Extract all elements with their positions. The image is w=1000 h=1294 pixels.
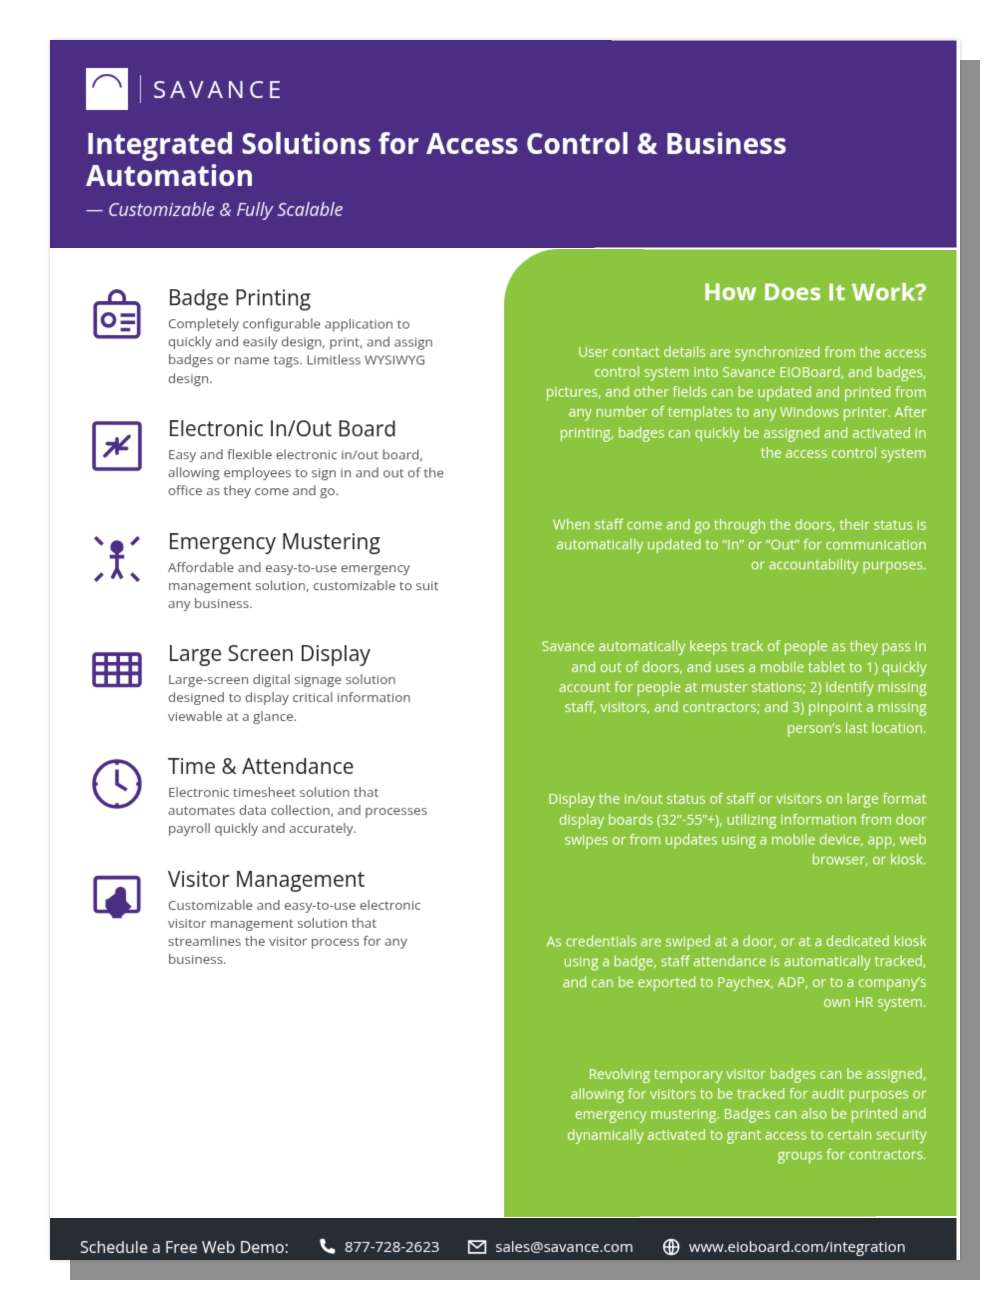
feature-item: Badge Printing Completely configurable a… (86, 284, 484, 387)
how-block: User contact details are synchronized fr… (534, 332, 927, 475)
feature-desc: Customizable and easy-to-use electronic … (168, 896, 447, 969)
feature-item: Time & Attendance Electronic timesheet s… (86, 753, 484, 838)
how-text: When staff come and go through the doors… (539, 516, 927, 577)
how-block: Revolving temporary visitor badges can b… (534, 1044, 927, 1187)
footer-email-text: sales@savance.com (495, 1237, 633, 1257)
footer-phone-text: 877-728-2623 (345, 1237, 440, 1257)
clock-icon (86, 753, 148, 815)
feature-text: Emergency Mustering Affordable and easy-… (168, 528, 447, 613)
feature-title: Emergency Mustering (168, 528, 447, 556)
how-text: Savance automatically keeps track of peo… (539, 638, 927, 739)
footer-cta: Schedule a Free Web Demo: (80, 1236, 289, 1258)
muster-icon (86, 528, 148, 590)
how-it-works-panel: How Does It Work? User contact details a… (504, 249, 956, 1217)
how-text: Display the in/out status of staff or vi… (539, 790, 927, 871)
page-subtitle: Customizable & Fully Scalable (86, 198, 921, 222)
how-block: As credentials are swiped at a door, or … (534, 902, 927, 1045)
brand-name: SAVANCE (153, 73, 285, 106)
footer-web: www.eioboard.com/integration (661, 1237, 906, 1257)
footer-phone: 877-728-2623 (317, 1237, 440, 1257)
feature-desc: Electronic timesheet solution that autom… (168, 783, 447, 838)
features-column: Badge Printing Completely configurable a… (50, 248, 504, 1218)
how-block: Display the in/out status of staff or vi… (534, 760, 927, 903)
mail-icon (468, 1237, 488, 1257)
footer-web-text: www.eioboard.com/integration (689, 1237, 906, 1257)
grid-screen-icon (86, 641, 148, 703)
feature-title: Time & Attendance (168, 753, 447, 781)
feature-desc: Affordable and easy-to-use emergency man… (168, 558, 447, 613)
how-text: As credentials are swiped at a door, or … (539, 933, 927, 1014)
feature-title: Badge Printing (168, 285, 447, 313)
feature-title: Visitor Management (168, 866, 447, 894)
brand-logo: SAVANCE (86, 68, 921, 110)
feature-desc: Large-screen digital signage solution de… (168, 671, 447, 726)
touch-screen-icon (86, 866, 148, 928)
footer-email: sales@savance.com (468, 1237, 634, 1257)
feature-item: Visitor Management Customizable and easy… (86, 866, 484, 969)
brand-logo-divider (140, 75, 141, 103)
globe-icon (661, 1237, 681, 1257)
how-block: When staff come and go through the doors… (534, 475, 927, 618)
feature-item: Electronic In/Out Board Easy and flexibl… (86, 415, 484, 500)
how-text: User contact details are synchronized fr… (539, 343, 927, 465)
feature-item: Emergency Mustering Affordable and easy-… (86, 528, 484, 613)
badge-icon (86, 284, 148, 346)
footer: Schedule a Free Web Demo: 877-728-2623 s… (50, 1218, 956, 1260)
feature-text: Electronic In/Out Board Easy and flexibl… (168, 415, 447, 500)
page-title: Integrated Solutions for Access Control … (86, 128, 921, 192)
feature-desc: Easy and flexible electronic in/out boar… (168, 445, 447, 500)
feature-text: Time & Attendance Electronic timesheet s… (168, 753, 447, 838)
feature-text: Badge Printing Completely configurable a… (168, 285, 447, 388)
feature-title: Large Screen Display (168, 641, 447, 669)
phone-icon (317, 1237, 337, 1257)
how-block: Savance automatically keeps track of peo… (534, 617, 927, 760)
how-title: How Does It Work? (534, 275, 927, 309)
body: Badge Printing Completely configurable a… (50, 248, 956, 1218)
how-text: Revolving temporary visitor badges can b… (539, 1065, 927, 1167)
feature-desc: Completely configurable application to q… (168, 315, 447, 388)
arrows-swap-icon (86, 415, 148, 477)
feature-title: Electronic In/Out Board (168, 415, 447, 443)
feature-text: Visitor Management Customizable and easy… (168, 866, 447, 969)
feature-item: Large Screen Display Large-screen digita… (86, 641, 484, 726)
feature-text: Large Screen Display Large-screen digita… (168, 641, 447, 726)
header: SAVANCE Integrated Solutions for Access … (50, 40, 956, 248)
brand-logo-mark-icon (86, 68, 128, 110)
brochure-page: SAVANCE Integrated Solutions for Access … (50, 40, 960, 1260)
